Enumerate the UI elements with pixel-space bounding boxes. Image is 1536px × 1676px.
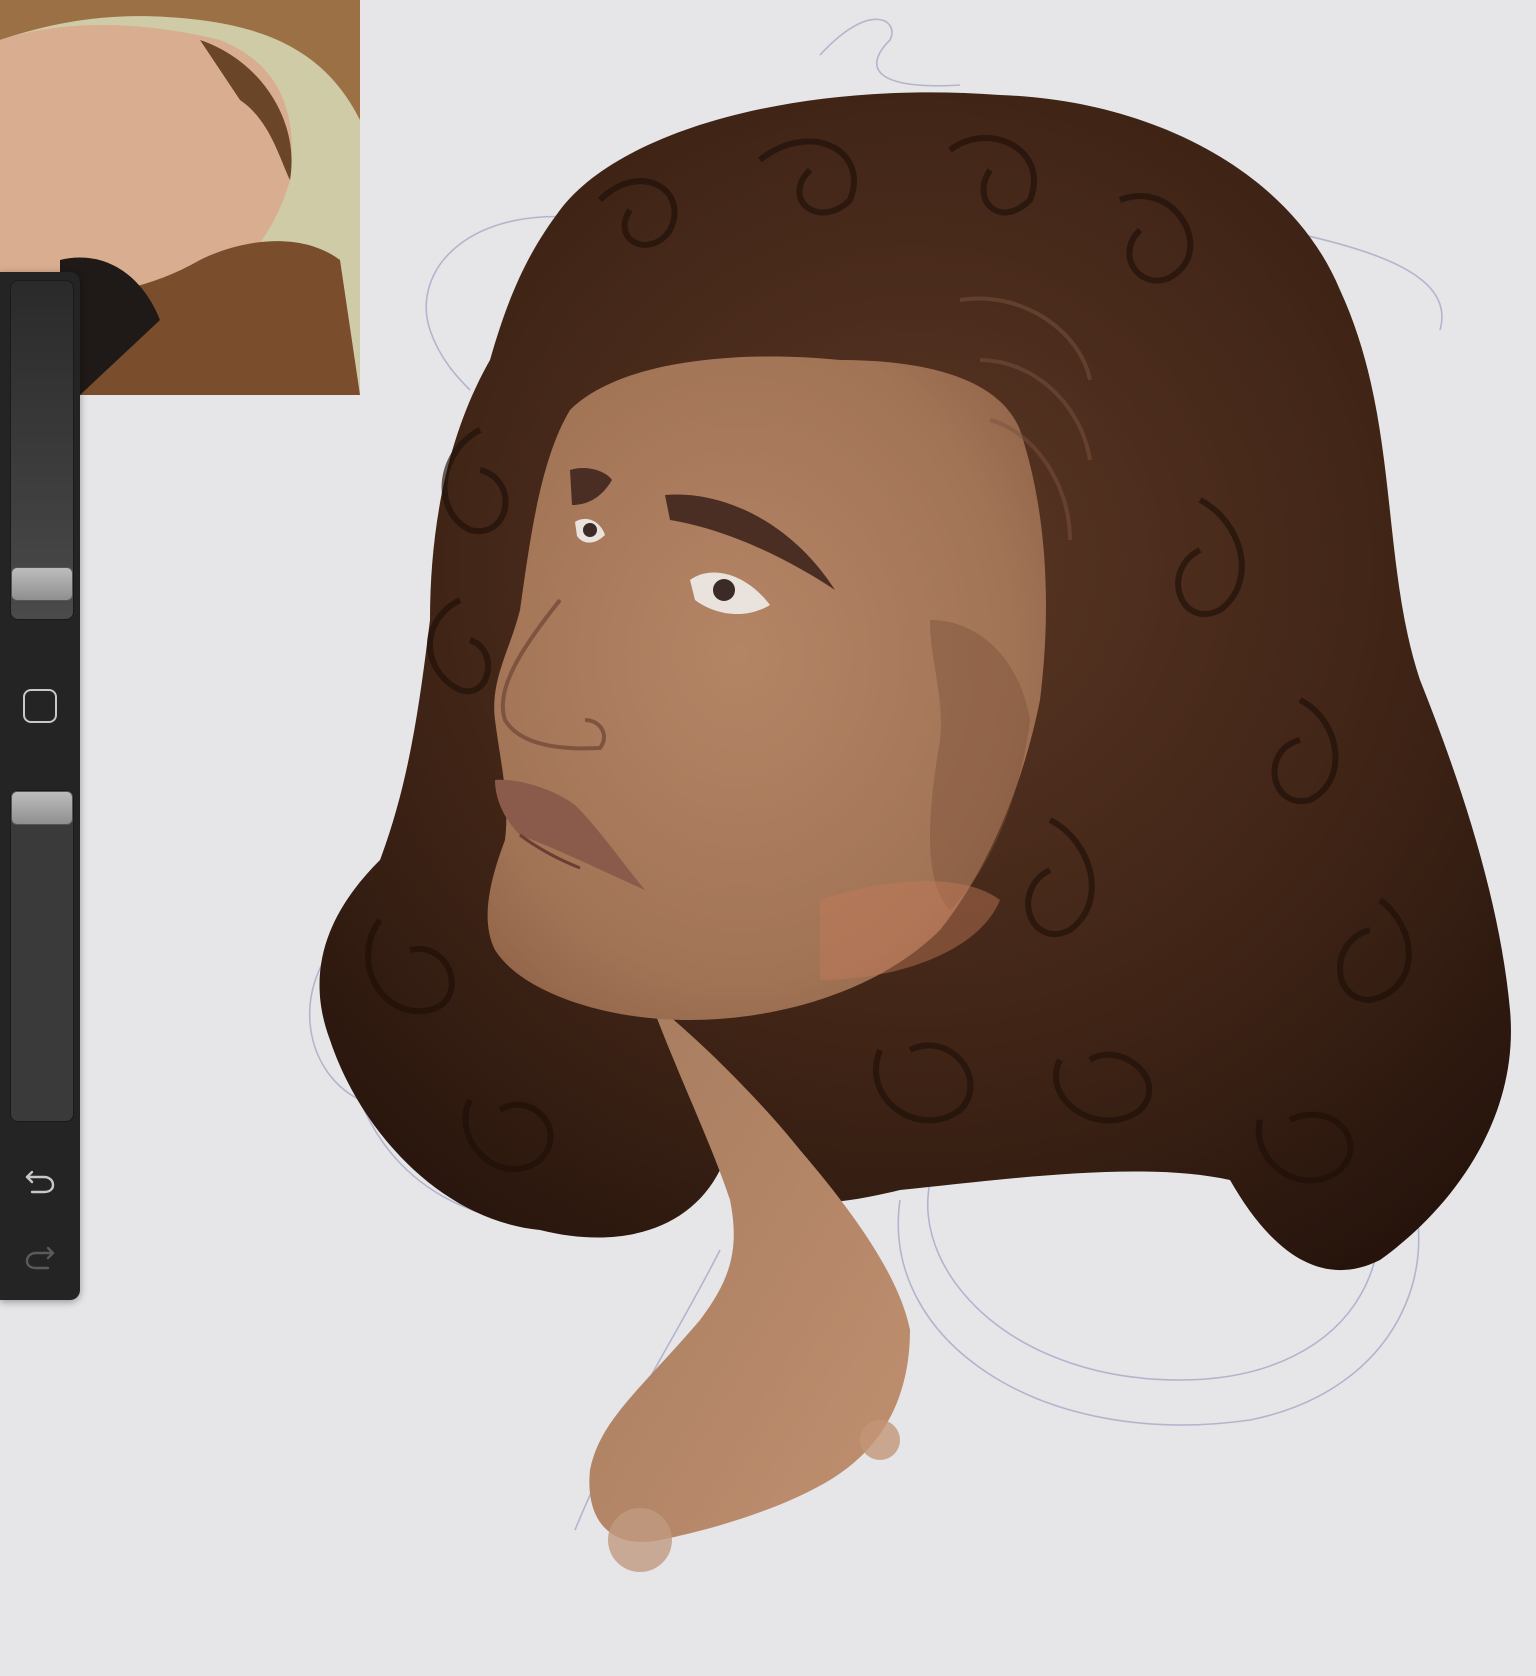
undo-icon [25,1170,55,1194]
brush-sidebar [0,272,80,1300]
redo-button[interactable] [18,1234,62,1278]
drawing-canvas[interactable] [0,0,1536,1676]
modify-square-icon [23,689,57,723]
brush-size-slider-thumb[interactable] [11,567,73,601]
redo-icon [25,1246,55,1270]
brush-opacity-slider-thumb[interactable] [11,791,73,825]
brush-size-slider[interactable] [10,280,74,620]
undo-button[interactable] [18,1158,62,1202]
modify-button[interactable] [20,686,60,726]
brush-opacity-slider[interactable] [10,790,74,1122]
